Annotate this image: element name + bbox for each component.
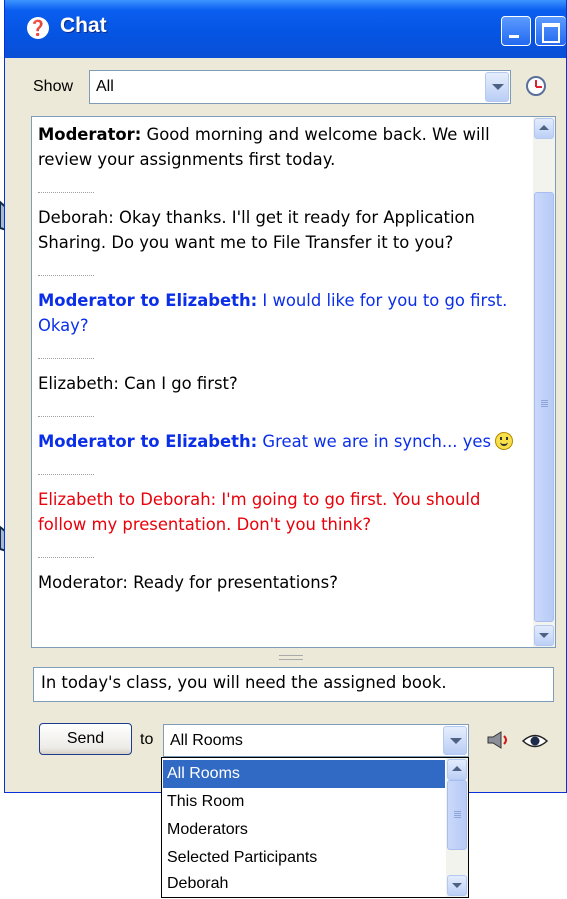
message-sender: Elizabeth to Deborah:	[38, 490, 217, 509]
message-separator	[38, 275, 94, 276]
message-separator	[38, 557, 94, 558]
chat-bubble-icon: ❓	[27, 17, 49, 39]
message-item: Moderator: Good morning and welcome back…	[38, 122, 526, 172]
message-item: Moderator: Ready for presentations?	[38, 570, 526, 595]
maximize-button[interactable]	[535, 16, 566, 46]
grip-icon	[541, 400, 548, 401]
dropdown-option[interactable]: Moderators	[163, 816, 445, 844]
grip-icon	[454, 811, 461, 812]
dropdown-option[interactable]: This Room	[163, 788, 445, 816]
scroll-down-icon[interactable]	[447, 875, 467, 896]
message-text: Great we are in synch... yes	[257, 432, 492, 451]
message-sender: Moderator to Elizabeth:	[38, 291, 258, 310]
show-filter-select[interactable]: All	[89, 70, 511, 104]
message-sender: Moderator:	[38, 125, 142, 144]
eye-icon[interactable]	[522, 733, 548, 749]
message-text: Elizabeth: Can I go first?	[38, 374, 238, 393]
scrollbar-thumb[interactable]	[447, 780, 467, 850]
dropdown-option[interactable]: Selected Participants	[163, 844, 445, 872]
message-item: Elizabeth to Deborah: I'm going to go fi…	[38, 487, 526, 537]
message-separator	[38, 416, 94, 417]
message-text: Deborah: Okay thanks. I'll get it ready …	[38, 208, 475, 252]
title-bar[interactable]: ❓ Chat	[5, 0, 566, 58]
message-item: Deborah: Okay thanks. I'll get it ready …	[38, 205, 526, 255]
message-item: Moderator to Elizabeth: Great we are in …	[38, 429, 526, 454]
scroll-up-icon[interactable]	[447, 759, 467, 780]
to-label: to	[140, 731, 154, 748]
message-separator	[38, 474, 94, 475]
chat-messages-panel[interactable]: Moderator: Good morning and welcome back…	[31, 116, 556, 648]
scroll-up-icon[interactable]	[534, 118, 554, 139]
messages-scrollbar[interactable]	[533, 117, 555, 647]
message-text: Moderator: Ready for presentations?	[38, 573, 338, 592]
message-sender: Moderator to Elizabeth:	[38, 432, 258, 451]
scrollbar-thumb[interactable]	[534, 192, 554, 622]
minimize-button[interactable]	[501, 16, 531, 46]
recipient-value: All Rooms	[170, 732, 243, 749]
show-filter-value: All	[96, 78, 114, 95]
megaphone-icon[interactable]	[485, 731, 510, 749]
show-label: Show	[33, 78, 74, 95]
message-item: Moderator to Elizabeth: I would like for…	[38, 288, 526, 338]
message-item: Elizabeth: Can I go first?	[38, 371, 526, 396]
chevron-down-icon[interactable]	[485, 72, 509, 102]
dropdown-option[interactable]: All Rooms	[163, 760, 445, 788]
clock-icon[interactable]	[526, 76, 546, 96]
dropdown-option[interactable]: Deborah	[163, 870, 445, 897]
scroll-down-icon[interactable]	[534, 625, 554, 646]
message-separator	[38, 358, 94, 359]
smiley-icon	[495, 432, 514, 450]
message-separator	[38, 192, 94, 193]
window-title: Chat	[60, 14, 107, 37]
message-list: Moderator: Good morning and welcome back…	[38, 117, 526, 595]
send-button[interactable]: Send	[39, 723, 132, 755]
recipient-select[interactable]: All Rooms	[163, 724, 469, 757]
panel-splitter[interactable]	[279, 655, 303, 660]
message-input[interactable]: In today's class, you will need the assi…	[33, 667, 554, 702]
recipient-dropdown-list[interactable]: All Rooms This Room Moderators Selected …	[161, 757, 469, 898]
dropdown-scrollbar[interactable]	[446, 758, 468, 897]
chevron-down-icon[interactable]	[443, 726, 467, 755]
